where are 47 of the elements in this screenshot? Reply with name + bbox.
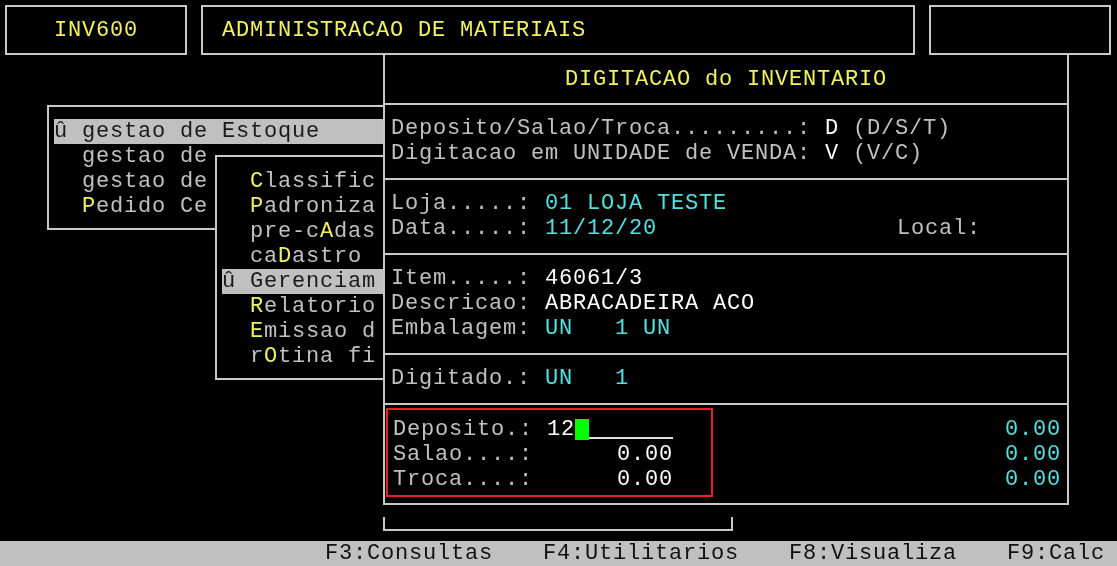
field-label: Descricao: — [391, 291, 532, 316]
field-label: Deposito/Salao/Troca.........: — [391, 116, 812, 141]
total-value: 0.00 — [1005, 442, 1061, 467]
option-hint: (D/S/T) — [853, 116, 952, 141]
menu-item[interactable]: û gestao de Estoque — [54, 119, 383, 144]
system-title: ADMINISTRACAO DE MATERIAIS — [201, 5, 915, 55]
field-label: Troca....: — [393, 467, 534, 492]
total-value: 0.00 — [1005, 467, 1061, 492]
function-key-hint[interactable]: F9:Calc — [1007, 541, 1105, 566]
menu-item[interactable]: gestao de — [54, 144, 209, 169]
menu-item[interactable]: gestao de — [54, 169, 209, 194]
field-value: UN 1 UN — [545, 316, 672, 341]
field-label: Deposito.: — [393, 417, 534, 442]
dialog-title: DIGITACAO do INVENTARIO — [564, 66, 888, 92]
function-key-hint[interactable]: F4:Utilitarios — [542, 541, 739, 566]
field-value: ABRACADEIRA ACO — [545, 291, 756, 316]
field-label: Data.....: — [391, 216, 532, 241]
menu-item[interactable]: rOtina fi — [222, 344, 377, 369]
menu-item[interactable]: caDastro — [222, 244, 363, 269]
menu-item[interactable]: Padroniza — [222, 194, 377, 219]
option-hint: (V/C) — [853, 141, 924, 166]
menu-item[interactable]: C lassific — [222, 169, 377, 194]
program-code-label: INV600 — [5, 5, 187, 55]
field-value: V — [825, 141, 840, 166]
field-label: Digitado.: — [391, 366, 532, 391]
menu-item[interactable]: Emissao d — [222, 319, 377, 344]
quantity-field[interactable]: 12 — [547, 417, 674, 442]
field-label: Loja.....: — [391, 191, 532, 216]
field-value: 01 LOJA TESTE — [545, 191, 728, 216]
field-value: UN 1 — [545, 366, 630, 391]
field-label: Embalagem: — [391, 316, 532, 341]
quantity-field[interactable]: 0.00 — [547, 442, 674, 467]
field-label: Item.....: — [391, 266, 532, 291]
menu-item[interactable]: Pedido Ce — [54, 194, 209, 219]
quantity-field[interactable]: 0.00 — [547, 467, 674, 492]
function-key-hint[interactable]: F8:Visualiza — [788, 541, 957, 566]
field-value: 11/12/20 — [545, 216, 658, 241]
total-value: 0.00 — [1005, 417, 1061, 442]
field-value: 46061/3 — [545, 266, 644, 291]
field-label: Salao....: — [393, 442, 534, 467]
menu-item[interactable]: pre-cAdas — [222, 219, 377, 244]
menu-item[interactable]: Relatorio — [222, 294, 377, 319]
field-label: Digitacao em UNIDADE de VENDA: — [391, 141, 812, 166]
field-label: Local: — [897, 216, 981, 241]
field-value: D — [825, 116, 840, 141]
menu-item[interactable]: û Gerenciam — [222, 269, 383, 294]
function-key-hint[interactable]: F3:Consultas — [324, 541, 493, 566]
